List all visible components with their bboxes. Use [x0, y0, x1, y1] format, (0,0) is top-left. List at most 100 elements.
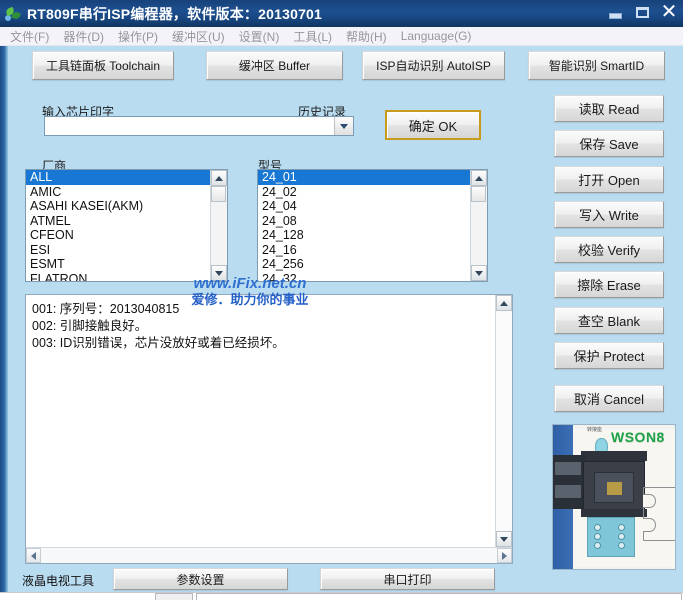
chevron-left-icon — [31, 551, 36, 560]
buffer-button[interactable]: 缓冲区 Buffer — [206, 51, 343, 80]
window-controls: ✕ — [603, 2, 681, 22]
close-button[interactable]: ✕ — [657, 2, 681, 22]
socket-arm-top — [581, 451, 647, 461]
maximize-button[interactable] — [630, 2, 654, 22]
menu-item-file[interactable]: 文件(F) — [3, 27, 56, 46]
write-button[interactable]: 写入 Write — [554, 201, 664, 228]
chevron-up-icon — [475, 175, 483, 181]
menu-bar: 文件(F) 器件(D) 操作(P) 缓冲区(U) 设置(N) 工具(L) 帮助(… — [0, 27, 683, 46]
list-item[interactable]: ATMEL — [26, 214, 210, 229]
window-title: RT809F串行ISP编程器，软件版本：20130701 — [27, 5, 323, 22]
menu-item-language[interactable]: Language(G) — [394, 28, 479, 44]
model-listbox[interactable]: 24_01 24_02 24_04 24_08 24_128 24_16 24_… — [257, 169, 488, 282]
log-line: 001: 序列号：2013040815 — [32, 302, 180, 316]
open-button[interactable]: 打开 Open — [554, 166, 664, 193]
list-item[interactable]: 24_02 — [258, 185, 470, 200]
serial-print-button[interactable]: 串口打印 — [320, 568, 495, 590]
model-list-items: 24_01 24_02 24_04 24_08 24_128 24_16 24_… — [258, 170, 470, 281]
status-cell-wide — [196, 593, 682, 600]
list-item[interactable]: 24_04 — [258, 199, 470, 214]
chip-input-field[interactable] — [45, 117, 334, 135]
socket-body — [583, 461, 645, 513]
chevron-down-icon — [475, 270, 483, 276]
vendor-list-scrollbar[interactable] — [210, 170, 227, 281]
scrollbar-track[interactable] — [41, 548, 497, 563]
list-item[interactable]: 24_128 — [258, 228, 470, 243]
log-row: 001: 序列号：2013040815 002: 引脚接触良好。 003: ID… — [26, 295, 512, 547]
history-dropdown-button[interactable] — [334, 117, 353, 135]
scrollbar-thumb[interactable] — [471, 186, 486, 202]
erase-button[interactable]: 擦除 Erase — [554, 271, 664, 298]
protect-button[interactable]: 保护 Protect — [554, 342, 664, 369]
title-bar: RT809F串行ISP编程器，软件版本：20130701 ✕ — [0, 0, 683, 27]
socket-caption: 转接座 — [587, 427, 603, 433]
verify-button[interactable]: 校验 Verify — [554, 236, 664, 263]
list-item[interactable]: ALL — [26, 170, 210, 185]
status-cell-small — [155, 593, 193, 600]
menu-item-operation[interactable]: 操作(P) — [111, 27, 165, 46]
socket-clamp — [553, 455, 587, 509]
log-text-area[interactable]: 001: 序列号：2013040815 002: 引脚接触良好。 003: ID… — [26, 295, 495, 547]
save-button[interactable]: 保存 Save — [554, 130, 664, 157]
menu-item-help[interactable]: 帮助(H) — [339, 27, 394, 46]
menu-item-device[interactable]: 器件(D) — [56, 27, 111, 46]
socket-arm-bottom — [581, 509, 647, 517]
model-list-scrollbar[interactable] — [470, 170, 487, 281]
log-horizontal-scrollbar[interactable] — [26, 547, 512, 563]
chevron-up-icon — [500, 300, 508, 306]
chevron-down-icon — [500, 536, 508, 542]
menu-item-settings[interactable]: 设置(N) — [232, 27, 287, 46]
scroll-up-button[interactable] — [471, 170, 487, 186]
read-button[interactable]: 读取 Read — [554, 95, 664, 122]
menu-item-buffer[interactable]: 缓冲区(U) — [165, 27, 232, 46]
list-item[interactable]: 24_32 — [258, 272, 470, 282]
vendor-list-items: ALL AMIC ASAHI KASEI(AKM) ATMEL CFEON ES… — [26, 170, 210, 281]
list-item[interactable]: 24_256 — [258, 257, 470, 272]
application-window: RT809F串行ISP编程器，软件版本：20130701 ✕ 文件(F) 器件(… — [0, 0, 683, 600]
list-item[interactable]: ESMT — [26, 257, 210, 272]
cancel-button[interactable]: 取消 Cancel — [554, 385, 664, 412]
list-item[interactable]: AMIC — [26, 185, 210, 200]
scrollbar-thumb[interactable] — [211, 186, 226, 202]
bottom-status-strip — [0, 592, 683, 600]
scroll-up-button[interactable] — [496, 295, 512, 311]
minimize-icon — [608, 12, 622, 19]
log-panel[interactable]: 001: 序列号：2013040815 002: 引脚接触良好。 003: ID… — [25, 294, 513, 564]
chip-input-combobox[interactable] — [44, 116, 354, 136]
list-item[interactable]: FLATRON — [26, 272, 210, 282]
app-leaf-icon — [4, 5, 22, 23]
scroll-down-button[interactable] — [471, 265, 487, 281]
minimize-button[interactable] — [603, 2, 627, 22]
scroll-down-button[interactable] — [211, 265, 227, 281]
list-item[interactable]: 24_01 — [258, 170, 470, 185]
scroll-down-button[interactable] — [496, 531, 512, 547]
toolchain-button[interactable]: 工具链面板 Toolchain — [32, 51, 174, 80]
socket-outline-diagram — [643, 487, 675, 541]
socket-pcb — [587, 517, 635, 557]
left-accent-rail — [0, 46, 8, 600]
parameter-settings-button[interactable]: 参数设置 — [113, 568, 288, 590]
scroll-right-button[interactable] — [497, 548, 512, 563]
ok-button[interactable]: 确定 OK — [385, 110, 481, 140]
list-item[interactable]: 24_08 — [258, 214, 470, 229]
menu-item-tools[interactable]: 工具(L) — [286, 27, 339, 46]
smartid-button[interactable]: 智能识别 SmartID — [528, 51, 665, 80]
log-line: 002: 引脚接触良好。 — [32, 319, 148, 333]
scroll-left-button[interactable] — [26, 548, 41, 563]
blank-button[interactable]: 查空 Blank — [554, 307, 664, 334]
list-item[interactable]: CFEON — [26, 228, 210, 243]
chevron-down-icon — [215, 270, 223, 276]
vendor-listbox[interactable]: ALL AMIC ASAHI KASEI(AKM) ATMEL CFEON ES… — [25, 169, 228, 282]
socket-type-label: WSON8 — [611, 429, 665, 445]
log-vertical-scrollbar[interactable] — [495, 295, 512, 547]
chevron-down-icon — [340, 123, 348, 129]
list-item[interactable]: ASAHI KASEI(AKM) — [26, 199, 210, 214]
list-item[interactable]: ESI — [26, 243, 210, 258]
close-icon: ✕ — [660, 1, 678, 23]
list-item[interactable]: 24_16 — [258, 243, 470, 258]
log-line: 003: ID识别错误，芯片没放好或着已经损坏。 — [32, 336, 285, 350]
autoisp-button[interactable]: ISP自动识别 AutoISP — [362, 51, 505, 80]
socket-photo: 转接座 WSON8 — [552, 424, 676, 570]
chevron-up-icon — [215, 175, 223, 181]
scroll-up-button[interactable] — [211, 170, 227, 186]
